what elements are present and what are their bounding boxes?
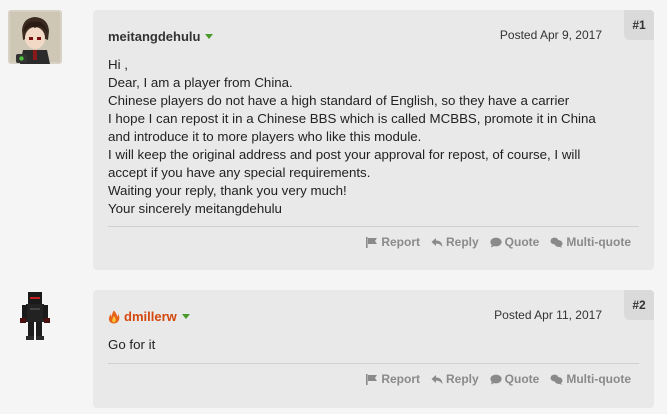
reply-arrow-icon xyxy=(431,374,443,384)
author-name[interactable]: dmillerw xyxy=(124,309,177,324)
multi-quote-icon xyxy=(550,374,563,385)
multi-quote-icon xyxy=(550,237,563,248)
post-number[interactable]: #1 xyxy=(624,10,654,40)
post-line: Go for it xyxy=(108,337,156,352)
forum-post: dmillerw Posted Apr 11, 2017 #2 Go for i… xyxy=(0,280,667,414)
post-line: I hope I can repost it in a Chinese BBS … xyxy=(108,111,596,126)
post-date[interactable]: Posted Apr 9, 2017 xyxy=(500,28,602,42)
post-actions: Report Reply Quote Multi-quote xyxy=(366,235,631,249)
post-actions: Report Reply Quote Multi-quote xyxy=(366,372,631,386)
multiquote-label: Multi-quote xyxy=(566,235,631,249)
divider xyxy=(108,363,639,364)
post-line: and introduce it to more players who lik… xyxy=(108,129,422,144)
quote-button[interactable]: Quote xyxy=(490,372,540,386)
reply-label: Reply xyxy=(445,235,479,249)
flag-icon xyxy=(366,236,378,248)
flame-icon xyxy=(108,310,120,323)
avatar[interactable] xyxy=(8,290,62,344)
reply-arrow-icon xyxy=(431,237,443,247)
reply-label: Reply xyxy=(445,372,479,386)
multiquote-label: Multi-quote xyxy=(566,372,631,386)
post-date[interactable]: Posted Apr 11, 2017 xyxy=(494,308,602,322)
quote-label: Quote xyxy=(504,372,540,386)
post-line: accept if you have any special requireme… xyxy=(108,165,371,180)
report-label: Report xyxy=(381,372,420,386)
report-label: Report xyxy=(381,235,420,249)
post-body: Hi , Dear, I am a player from China. Chi… xyxy=(108,56,639,218)
post-line: Chinese players do not have a high stand… xyxy=(108,93,570,108)
post-author: dmillerw xyxy=(108,309,190,324)
multiquote-button[interactable]: Multi-quote xyxy=(550,372,631,386)
report-button[interactable]: Report xyxy=(366,372,420,386)
forum-post: meitangdehulu Posted Apr 9, 2017 #1 Hi ,… xyxy=(0,0,667,280)
post-line: Hi , xyxy=(108,57,128,72)
author-name[interactable]: meitangdehulu xyxy=(108,29,200,44)
post-number[interactable]: #2 xyxy=(624,290,654,320)
reply-button[interactable]: Reply xyxy=(431,235,479,249)
post-body: Go for it xyxy=(108,336,639,354)
post-line: I will keep the original address and pos… xyxy=(108,147,581,162)
online-caret-icon[interactable] xyxy=(205,34,214,39)
post-author: meitangdehulu xyxy=(108,29,214,44)
reply-button[interactable]: Reply xyxy=(431,372,479,386)
post-line: Your sincerely meitangdehulu xyxy=(108,201,282,216)
quote-label: Quote xyxy=(504,235,540,249)
post-card: meitangdehulu Posted Apr 9, 2017 #1 Hi ,… xyxy=(93,10,654,270)
report-button[interactable]: Report xyxy=(366,235,420,249)
speech-bubble-icon xyxy=(490,374,502,384)
avatar[interactable] xyxy=(8,10,62,64)
divider xyxy=(108,226,639,227)
multiquote-button[interactable]: Multi-quote xyxy=(550,235,631,249)
quote-button[interactable]: Quote xyxy=(490,235,540,249)
post-card: dmillerw Posted Apr 11, 2017 #2 Go for i… xyxy=(93,290,654,408)
post-line: Waiting your reply, thank you very much! xyxy=(108,183,347,198)
post-line: Dear, I am a player from China. xyxy=(108,75,293,90)
flag-icon xyxy=(366,373,378,385)
speech-bubble-icon xyxy=(490,237,502,247)
online-caret-icon[interactable] xyxy=(181,314,190,319)
